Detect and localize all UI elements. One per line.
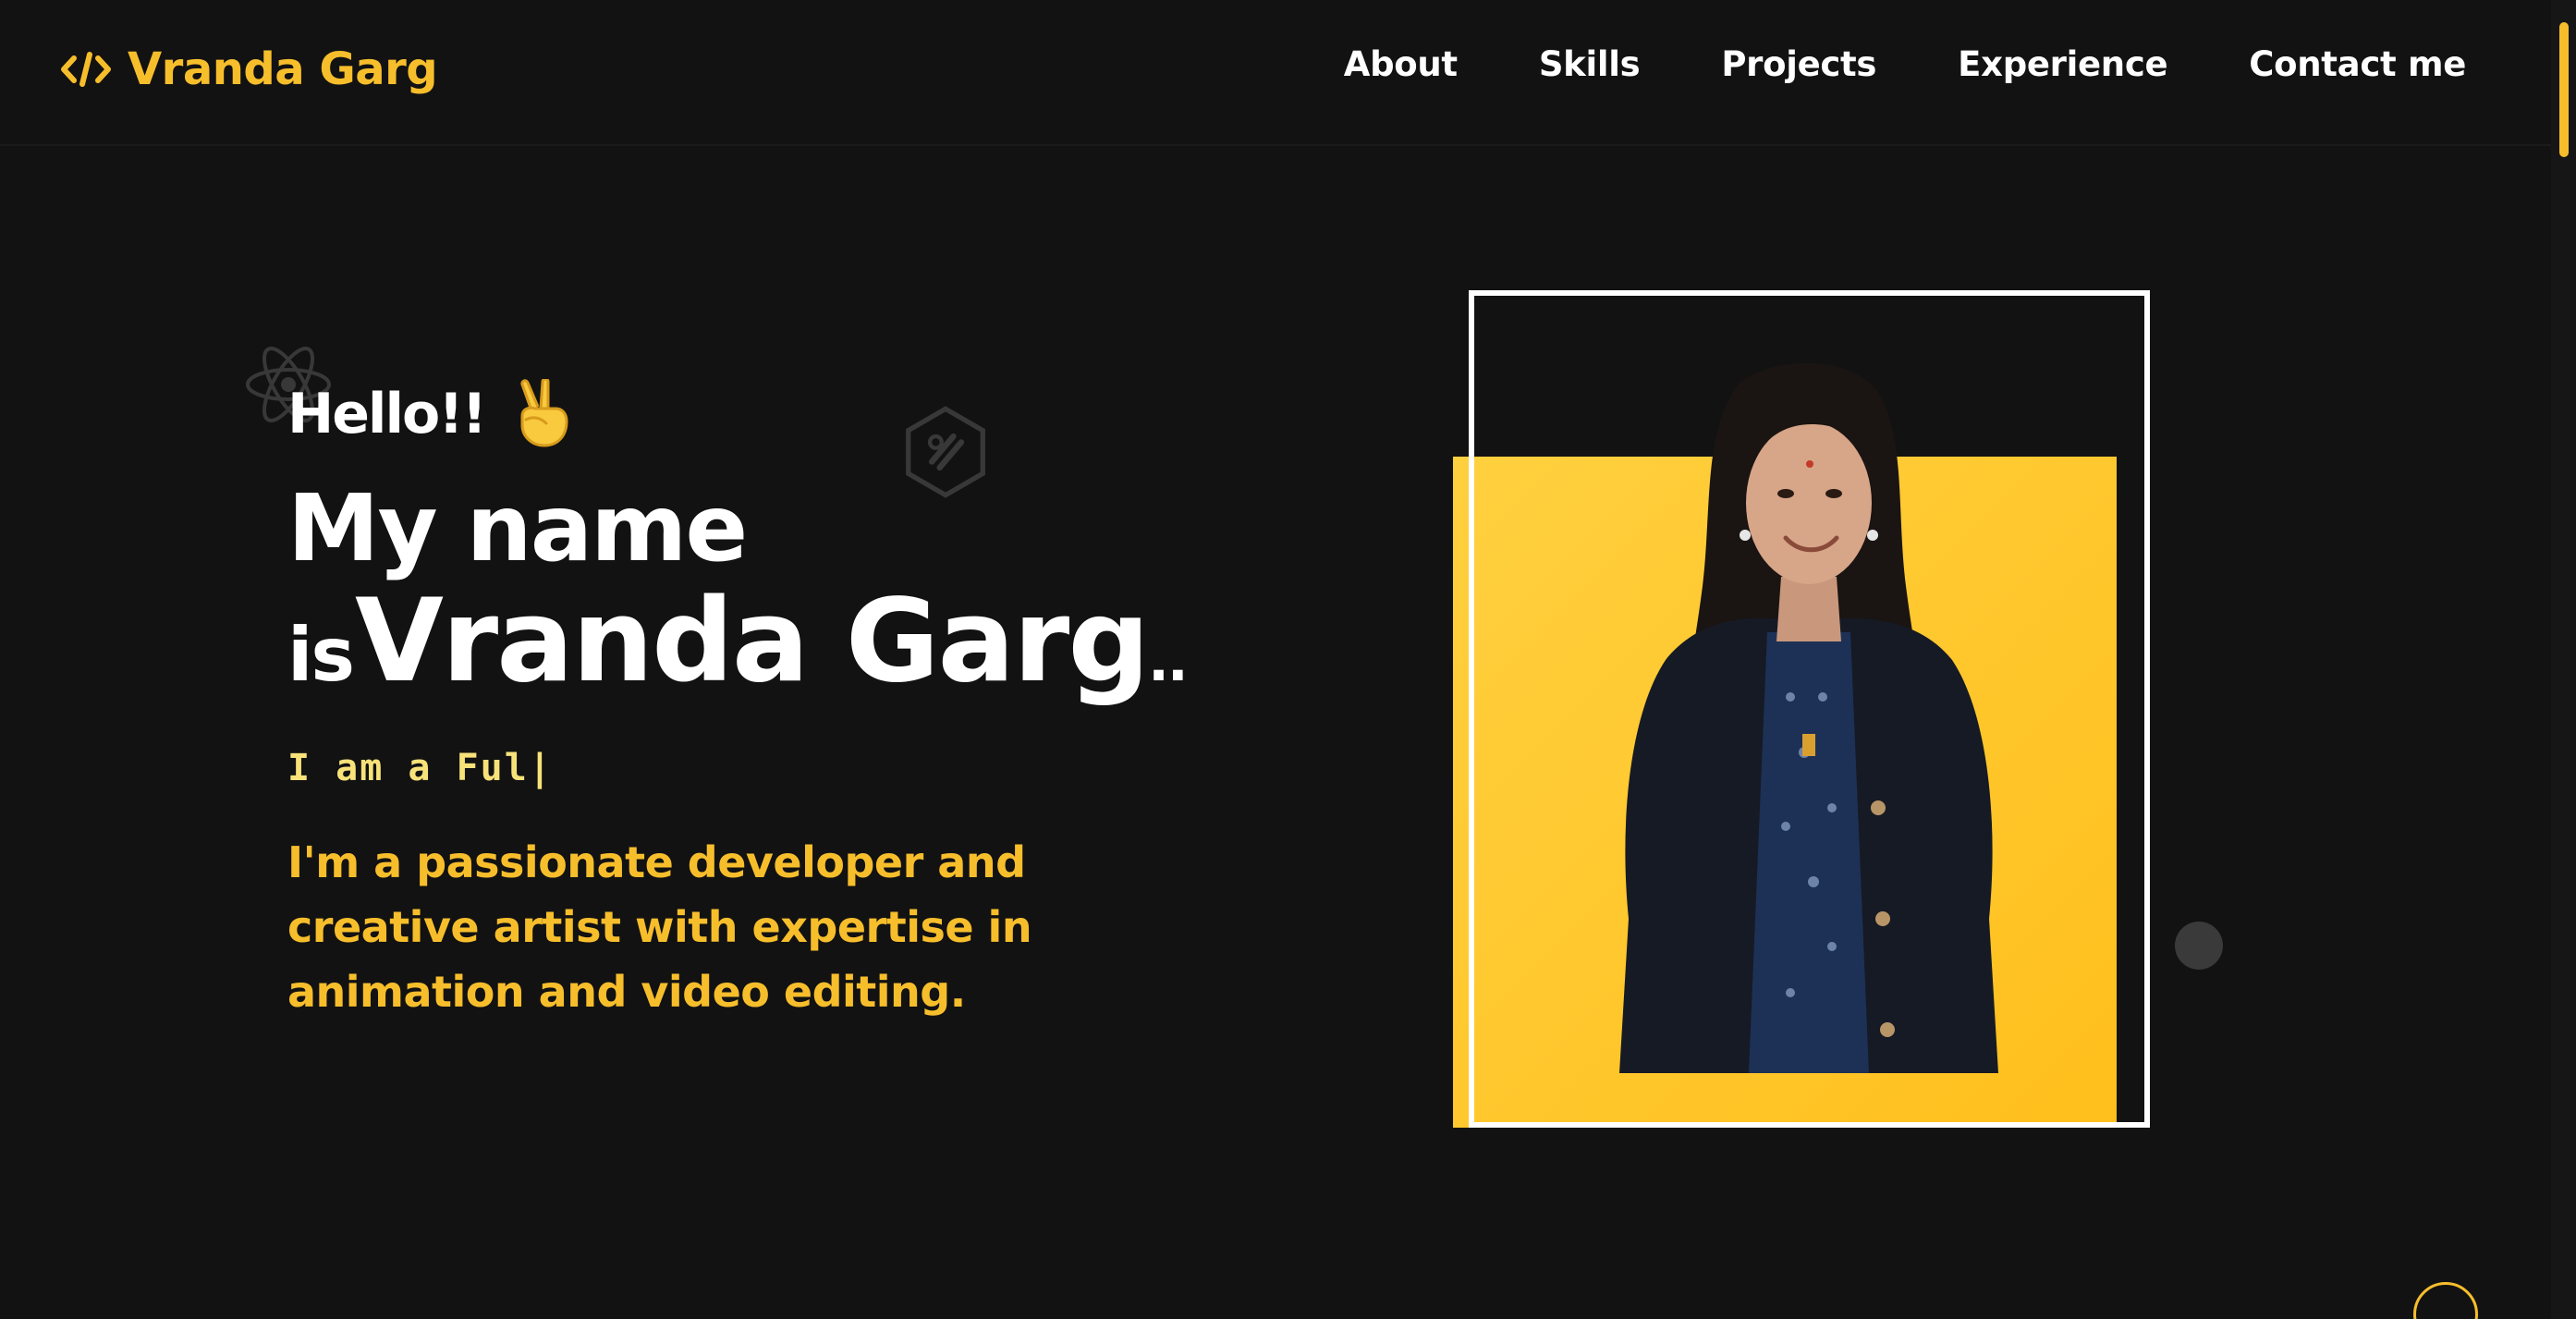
decorative-ring <box>2413 1282 2478 1319</box>
nav-skills[interactable]: Skills <box>1539 44 1641 84</box>
brand-link[interactable]: Vranda Garg <box>61 39 438 100</box>
main-nav: About Skills Projects Experience Contact… <box>1344 44 2467 84</box>
headline-line-1: My name <box>287 474 748 582</box>
code-icon <box>61 52 111 87</box>
hero-greeting: Hello!! <box>287 379 572 449</box>
headline-suffix: .. <box>1148 629 1189 694</box>
headline-name: Vranda Garg <box>355 575 1150 708</box>
page-scrollbar[interactable] <box>2551 0 2576 1319</box>
headline-line-2: is Vranda Garg .. <box>287 575 1189 708</box>
nav-projects[interactable]: Projects <box>1721 44 1876 84</box>
typed-role-text: I am a Ful| <box>287 747 553 789</box>
nav-experience[interactable]: Experience <box>1958 44 2167 84</box>
nav-about[interactable]: About <box>1344 44 1458 84</box>
navbar: Vranda Garg About Skills Projects Experi… <box>0 0 2551 146</box>
portfolio-page: Vranda Garg About Skills Projects Experi… <box>0 0 2576 1319</box>
brand-name: Vranda Garg <box>128 43 438 95</box>
hero-bio: I'm a passionate developer and creative … <box>287 837 1032 1017</box>
decorative-dot <box>2175 922 2223 970</box>
nav-contact[interactable]: Contact me <box>2249 44 2466 84</box>
greeting-text: Hello!! <box>287 382 487 446</box>
scrollbar-thumb[interactable] <box>2559 22 2569 157</box>
hero-headline: My name is Vranda Garg .. <box>287 474 1189 708</box>
portrait-section <box>1453 290 2150 1128</box>
portrait-frame <box>1469 290 2150 1128</box>
victory-hand-icon <box>520 379 568 447</box>
headline-prefix: is <box>287 612 355 698</box>
